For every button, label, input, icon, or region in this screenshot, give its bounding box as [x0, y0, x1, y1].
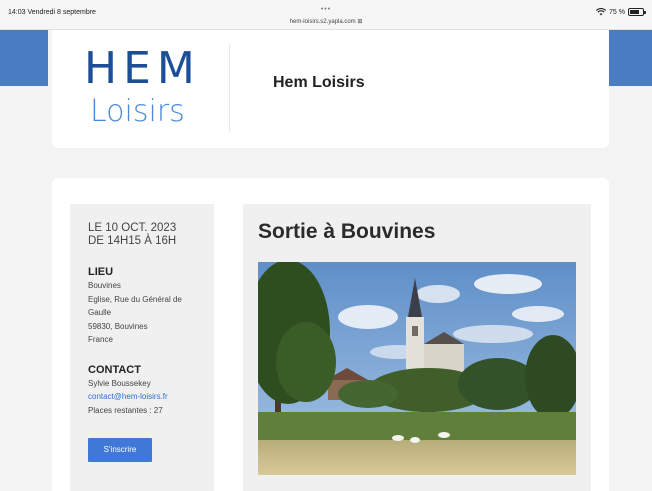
location-line: 59830, Bouvines	[88, 321, 148, 331]
status-right: 75 %	[596, 8, 646, 16]
location-line: Eglise, Rue du Général de	[88, 294, 182, 304]
multitask-dots[interactable]: •••	[316, 6, 336, 13]
register-button[interactable]: S'inscrire	[88, 438, 152, 462]
event-title: Sortie à Bouvines	[258, 220, 436, 243]
contact-info: Sylvie Boussekey contact@hem-loisirs.fr …	[88, 377, 214, 418]
event-card: LE 10 OCT. 2023 DE 14H15 À 16H LIEU Bouv…	[52, 178, 609, 491]
contact-name: Sylvie Boussekey	[88, 378, 151, 388]
site-title[interactable]: Hem Loisirs	[273, 74, 365, 92]
event-main-panel: Sortie à Bouvines	[243, 204, 591, 491]
wifi-icon	[596, 8, 607, 16]
contact-email-link[interactable]: contact@hem-loisirs.fr	[88, 392, 168, 401]
site-header: HEM Loisirs Hem Loisirs	[52, 30, 609, 148]
event-time-line: DE 14H15 À 16H	[88, 235, 177, 247]
battery-percent: 75 %	[609, 8, 625, 16]
location-line: Bouvines	[88, 281, 121, 290]
status-time: 14:03 Vendredi 8 septembre	[8, 9, 96, 16]
location-heading: LIEU	[88, 266, 114, 278]
site-logo[interactable]: HEM Loisirs	[82, 40, 222, 135]
location-line: France	[88, 335, 113, 344]
battery-icon	[628, 8, 646, 16]
event-date: LE 10 OCT. 2023 DE 14H15 À 16H	[88, 222, 214, 248]
contact-heading: CONTACT	[88, 363, 141, 376]
address-bar-url[interactable]: hem-loisirs.s2.yapla.com ⊞	[260, 18, 392, 25]
event-photo	[258, 262, 576, 475]
event-details-sidebar: LE 10 OCT. 2023 DE 14H15 À 16H LIEU Bouv…	[70, 204, 214, 491]
location-address: Bouvines Eglise, Rue du Général de Gaull…	[88, 279, 214, 347]
logo-hem-text: HEM	[84, 43, 201, 94]
status-bar: 14:03 Vendredi 8 septembre ••• hem-loisi…	[0, 0, 652, 30]
header-band-right	[604, 30, 652, 86]
event-date-line: LE 10 OCT. 2023	[88, 222, 177, 234]
location-line: Gaulle	[88, 308, 112, 317]
header-divider	[229, 44, 230, 132]
battery-fill	[630, 10, 639, 14]
places-remaining: Places restantes : 27	[88, 405, 163, 415]
logo-loisirs-text: Loisirs	[90, 94, 185, 129]
header-band-left	[0, 30, 48, 86]
